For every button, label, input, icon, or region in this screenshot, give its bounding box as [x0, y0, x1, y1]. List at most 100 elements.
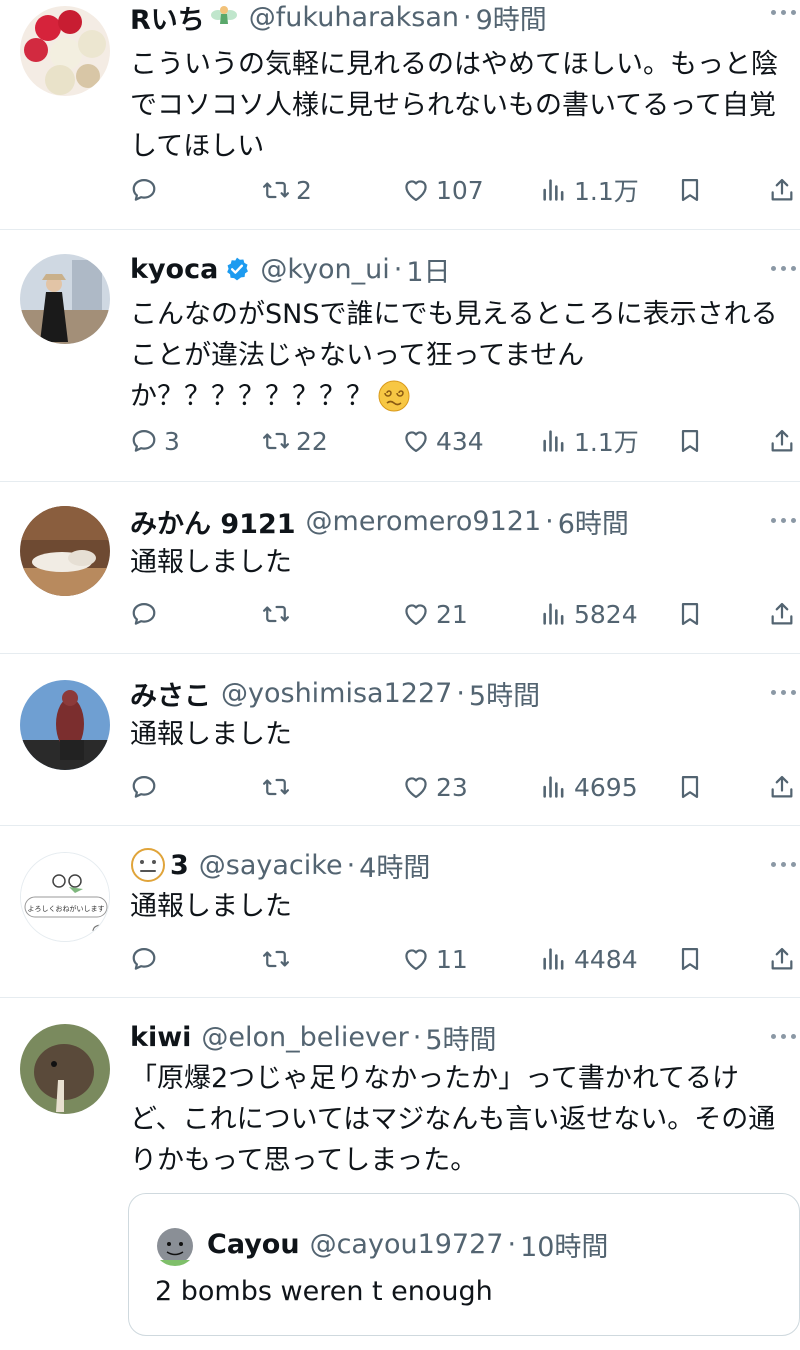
user-handle[interactable]: @kyon_ui [260, 254, 389, 285]
user-handle[interactable]: @fukuharaksan [249, 2, 459, 33]
tweet-text: 通報しました [130, 547, 292, 578]
reply-icon [130, 945, 158, 973]
like-button[interactable]: 107 [402, 170, 484, 210]
quote-avatar[interactable] [153, 1222, 197, 1266]
display-name[interactable]: 3 [170, 850, 189, 881]
more-icon[interactable] [771, 862, 796, 867]
quote-text: 2 bombs weren t enough [155, 1276, 493, 1307]
views-button[interactable]: 4484 [540, 939, 638, 979]
retweet-button[interactable] [262, 767, 296, 807]
display-name[interactable]: みかん 9121 [130, 502, 296, 541]
bookmark-icon [676, 427, 704, 455]
avatar[interactable] [20, 1024, 110, 1114]
retweet-button[interactable]: 22 [262, 421, 328, 461]
more-icon[interactable] [771, 690, 796, 695]
user-handle[interactable]: @sayacike [199, 850, 343, 881]
separator: · [346, 849, 356, 881]
more-icon[interactable] [771, 10, 796, 15]
avatar-image [20, 6, 110, 96]
display-name[interactable]: kiwi [130, 1022, 191, 1053]
share-button[interactable] [768, 594, 796, 634]
reply-button[interactable] [130, 767, 164, 807]
reply-button[interactable] [130, 594, 164, 634]
display-name[interactable]: Rいち [130, 0, 205, 37]
like-count: 23 [436, 772, 468, 802]
display-name[interactable]: kyoca [130, 254, 218, 285]
quote-user-handle[interactable]: @cayou19727 [310, 1229, 504, 1260]
like-icon [402, 176, 430, 204]
tweet-text: 通報しました [130, 719, 292, 750]
bookmark-button[interactable] [676, 767, 704, 807]
avatar[interactable] [20, 680, 110, 770]
timestamp[interactable]: 6時間 [558, 502, 629, 541]
timestamp[interactable]: 1日 [406, 250, 450, 289]
avatar[interactable] [20, 506, 110, 596]
user-handle[interactable]: @meromero9121 [306, 506, 542, 537]
bookmark-icon [676, 773, 704, 801]
share-icon [768, 945, 796, 973]
reply-button[interactable] [130, 170, 164, 210]
views-button[interactable]: 4695 [540, 767, 638, 807]
separator: · [507, 1228, 517, 1260]
timestamp[interactable]: 5時間 [469, 674, 540, 713]
avatar[interactable] [20, 254, 110, 344]
more-icon[interactable] [771, 518, 796, 523]
reply-icon [130, 176, 158, 204]
action-bar: 21 5824 [130, 594, 800, 634]
views-count: 5824 [574, 599, 638, 629]
tweet[interactable]: よろしくおねがいします 3 @sayacike · 4時間 通報しました 11 … [0, 826, 800, 998]
retweet-button[interactable] [262, 594, 296, 634]
neutral-face-emoji-icon [131, 848, 165, 882]
like-icon [402, 945, 430, 973]
display-name[interactable]: みさこ [130, 674, 211, 713]
views-button[interactable]: 1.1万 [540, 421, 639, 461]
like-button[interactable]: 23 [402, 767, 468, 807]
share-button[interactable] [768, 421, 796, 461]
bookmark-button[interactable] [676, 421, 704, 461]
share-icon [768, 773, 796, 801]
avatar[interactable] [20, 6, 110, 96]
views-icon [540, 427, 568, 455]
bookmark-button[interactable] [676, 939, 704, 979]
reply-button[interactable]: 3 [130, 421, 180, 461]
views-button[interactable]: 5824 [540, 594, 638, 634]
share-button[interactable] [768, 767, 796, 807]
avatar[interactable]: よろしくおねがいします [20, 852, 110, 942]
tweet-text-line: こんなのがSNSで誰にでも見えるところに表示されることが違法じゃないって狂ってま… [130, 299, 778, 371]
views-icon [540, 773, 568, 801]
tweet[interactable]: kyoca @kyon_ui · 1日 こんなのがSNSで誰にでも見えるところに… [0, 230, 800, 482]
like-button[interactable]: 21 [402, 594, 468, 634]
retweet-button[interactable] [262, 939, 296, 979]
retweet-icon [262, 176, 290, 204]
bookmark-icon [676, 176, 704, 204]
user-handle[interactable]: @yoshimisa1227 [221, 678, 452, 709]
quote-display-name[interactable]: Cayou [207, 1229, 300, 1260]
like-button[interactable]: 11 [402, 939, 468, 979]
action-bar: 2 107 1.1万 [130, 170, 800, 210]
reply-button[interactable] [130, 939, 164, 979]
views-icon [540, 176, 568, 204]
quoted-tweet[interactable]: Cayou @cayou19727 · 10時間 2 bombs weren t… [128, 1193, 800, 1336]
timestamp[interactable]: 9時間 [476, 0, 547, 37]
timestamp[interactable]: 4時間 [359, 846, 430, 885]
share-button[interactable] [768, 170, 796, 210]
bookmark-button[interactable] [676, 594, 704, 634]
share-icon [768, 427, 796, 455]
retweet-button[interactable]: 2 [262, 170, 312, 210]
more-icon[interactable] [771, 1034, 796, 1039]
share-icon [768, 176, 796, 204]
like-button[interactable]: 434 [402, 421, 484, 461]
views-count: 4484 [574, 944, 638, 974]
bookmark-button[interactable] [676, 170, 704, 210]
user-handle[interactable]: @elon_believer [201, 1022, 408, 1053]
share-button[interactable] [768, 939, 796, 979]
fairy-emoji-icon [210, 6, 237, 24]
tweet[interactable]: みかん 9121 @meromero9121 · 6時間 通報しました 21 5… [0, 482, 800, 654]
timestamp[interactable]: 5時間 [425, 1018, 496, 1057]
more-icon[interactable] [771, 266, 796, 271]
retweet-icon [262, 600, 290, 628]
tweet[interactable]: Rいち @fukuharaksan · 9時間 こういうの気軽に見れるのはやめて… [0, 0, 800, 230]
views-button[interactable]: 1.1万 [540, 170, 639, 210]
quote-timestamp[interactable]: 10時間 [520, 1225, 608, 1264]
tweet[interactable]: みさこ @yoshimisa1227 · 5時間 通報しました 23 4695 [0, 654, 800, 826]
